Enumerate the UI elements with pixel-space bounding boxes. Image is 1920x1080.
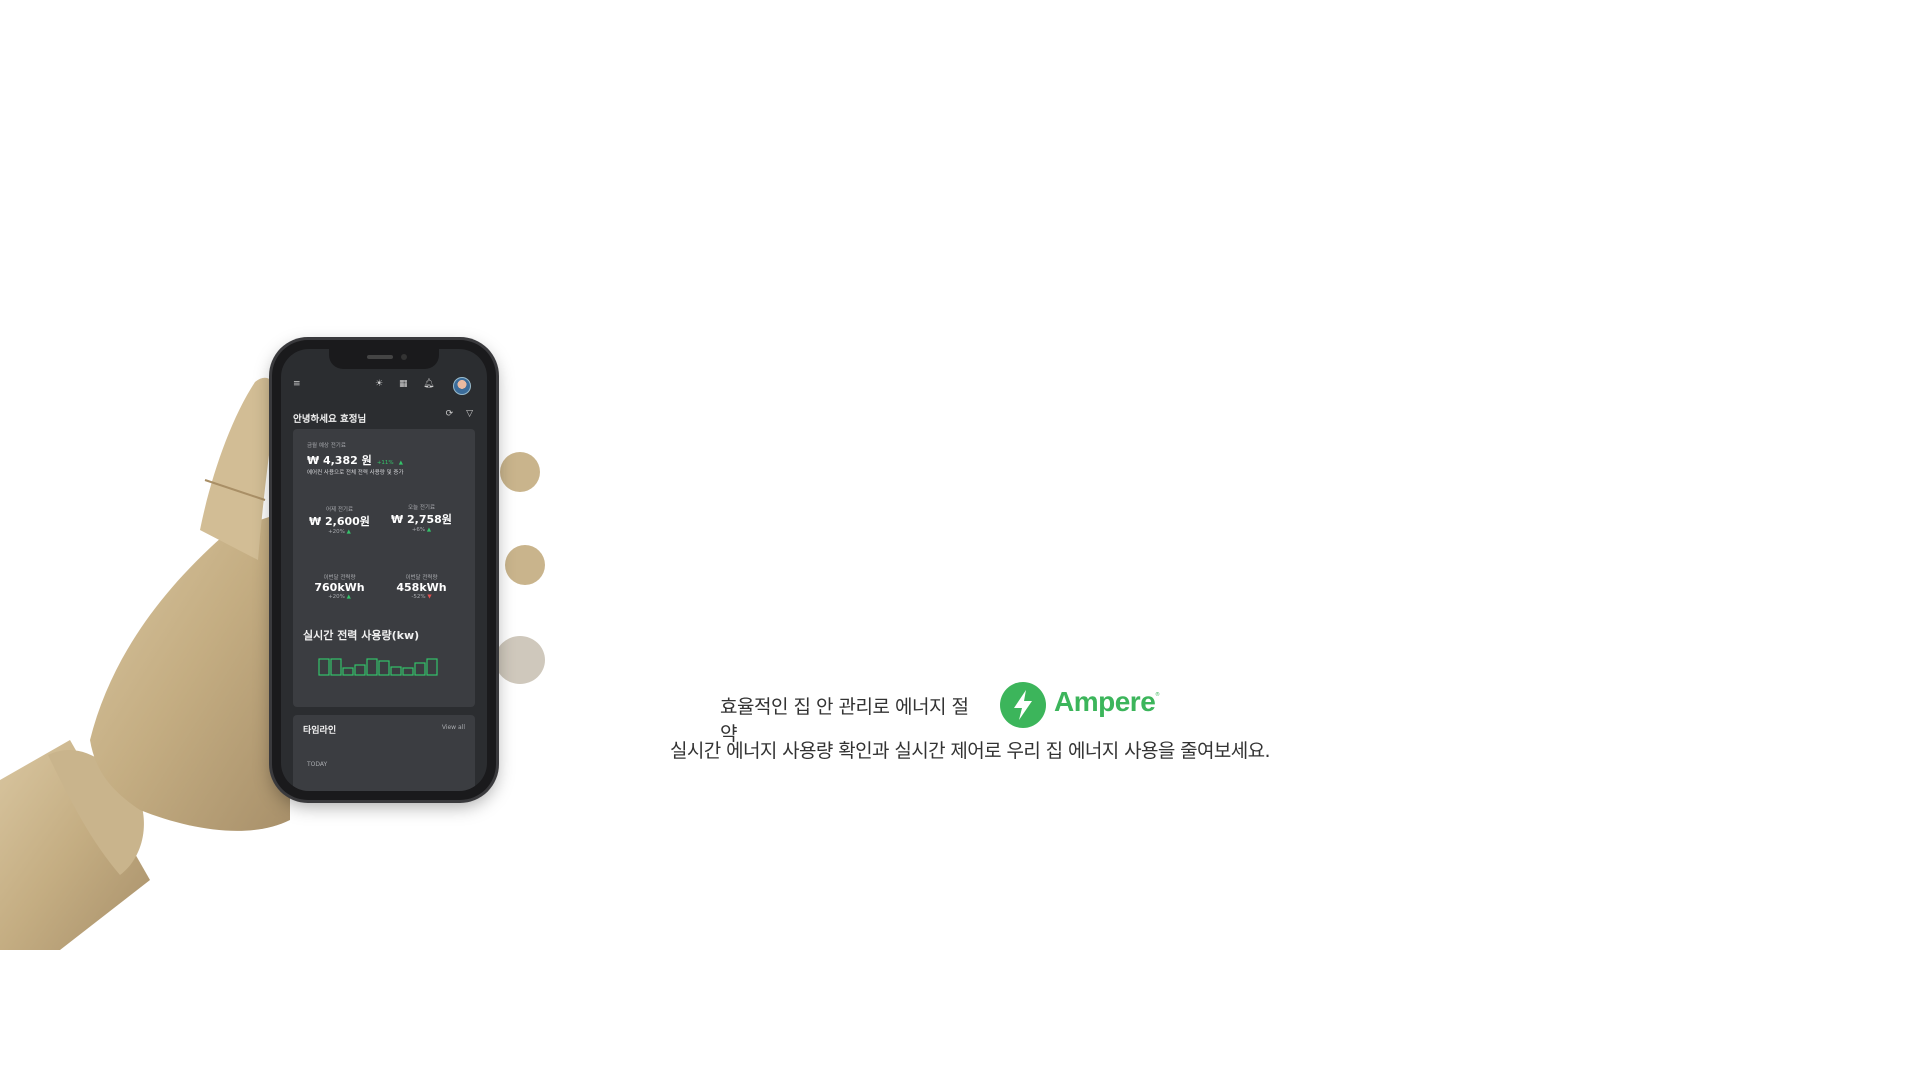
usage-bar — [402, 667, 414, 676]
up-arrow-icon: ▲ — [426, 527, 432, 533]
usage-bar — [330, 658, 342, 676]
filter-icon[interactable]: ▽ — [466, 409, 473, 419]
stat-change: +20% — [328, 529, 345, 535]
stat-value: 458kWh — [396, 581, 447, 594]
view-all-link[interactable]: View all — [442, 724, 465, 731]
greeting-actions: ⟳ ▽ — [446, 409, 473, 419]
usage-bar — [366, 658, 378, 676]
stat-value: ₩ 2,600원 — [309, 515, 370, 528]
lightning-bolt-icon — [1000, 682, 1046, 728]
up-arrow-icon: ▲ — [346, 529, 351, 535]
refresh-icon[interactable]: ⟳ — [446, 409, 454, 419]
grid-icon[interactable]: ▦ — [399, 379, 408, 389]
app-topbar: ≡ ☀ ▦ 🔔︎ — [293, 377, 477, 397]
phone-mockup: ≡ ☀ ▦ 🔔︎ 안녕하세요 효정님 ⟳ ▽ 금월 예상 전기료 ₩ 4,382… — [272, 340, 496, 800]
stat-value: 760kWh — [314, 581, 365, 594]
stat-yesterday: 어제 전기료 ₩ 2,600원 +20% ▲ — [307, 505, 372, 535]
usage-bar — [390, 666, 402, 676]
brightness-icon[interactable]: ☀ — [375, 379, 383, 389]
usage-bar — [342, 667, 354, 676]
timeline-title: 타임라인 — [303, 726, 337, 736]
monthly-estimate-change: +11% — [376, 460, 394, 466]
usage-bar — [426, 658, 438, 676]
stat-label: 이번달 전력량 — [323, 575, 356, 581]
monthly-estimate-value: ₩ 4,382 원 — [307, 454, 372, 467]
monthly-estimate-note: 에어컨 사용으로 전체 전력 사용량 및 증가 — [307, 470, 404, 476]
stat-value: ₩ 2,758원 — [391, 513, 452, 526]
stat-change: +6% — [411, 527, 426, 533]
avatar[interactable] — [453, 377, 471, 395]
stat-label: 이번달 전력량 — [405, 575, 438, 581]
monthly-estimate-label: 금월 예상 전기료 — [307, 443, 346, 449]
down-arrow-icon: ▼ — [427, 594, 432, 600]
hero-subline: 실시간 에너지 사용량 확인과 실시간 제어로 우리 집 에너지 사용을 줄여보… — [670, 740, 1271, 762]
energy-summary-card: 금월 예상 전기료 ₩ 4,382 원 +11% ▲ 에어컨 사용으로 전체 전… — [293, 429, 475, 707]
usage-bar — [354, 664, 366, 676]
timeline-card: 타임라인 View all TODAY — [293, 715, 475, 791]
up-arrow-icon: ▲ — [398, 460, 403, 466]
realtime-usage-title: 실시간 전력 사용량(kw) — [303, 629, 420, 642]
stat-label: 오늘 전기료 — [407, 505, 436, 511]
greeting-title: 안녕하세요 효정님 — [293, 414, 367, 425]
stat-month-usage-1: 이번달 전력량 760kWh +20% ▲ — [307, 573, 372, 600]
phone-notch — [329, 349, 439, 369]
ampere-logo: Ampere ® — [1000, 682, 1170, 728]
usage-bar — [414, 662, 426, 676]
timeline-today-label: TODAY — [307, 761, 328, 768]
stat-change: +20% — [328, 594, 345, 600]
app-screen: ≡ ☀ ▦ 🔔︎ 안녕하세요 효정님 ⟳ ▽ 금월 예상 전기료 ₩ 4,382… — [281, 349, 487, 791]
stat-today: 오늘 전기료 ₩ 2,758원 +6% ▲ — [389, 503, 454, 533]
registered-mark: ® — [1155, 692, 1160, 698]
stat-change: -52% — [411, 594, 426, 600]
up-arrow-icon: ▲ — [346, 594, 351, 600]
realtime-usage-chart — [318, 658, 438, 676]
stat-label: 어제 전기료 — [325, 507, 354, 513]
menu-icon[interactable]: ≡ — [293, 379, 301, 389]
monthly-estimate: 금월 예상 전기료 ₩ 4,382 원 +11% ▲ 에어컨 사용으로 전체 전… — [307, 441, 404, 476]
usage-bar — [378, 660, 390, 676]
brand-name: Ampere — [1054, 686, 1156, 717]
usage-bar — [318, 658, 330, 676]
stat-month-usage-2: 이번달 전력량 458kWh -52% ▼ — [389, 573, 454, 600]
bell-icon[interactable]: 🔔︎ — [423, 379, 434, 389]
